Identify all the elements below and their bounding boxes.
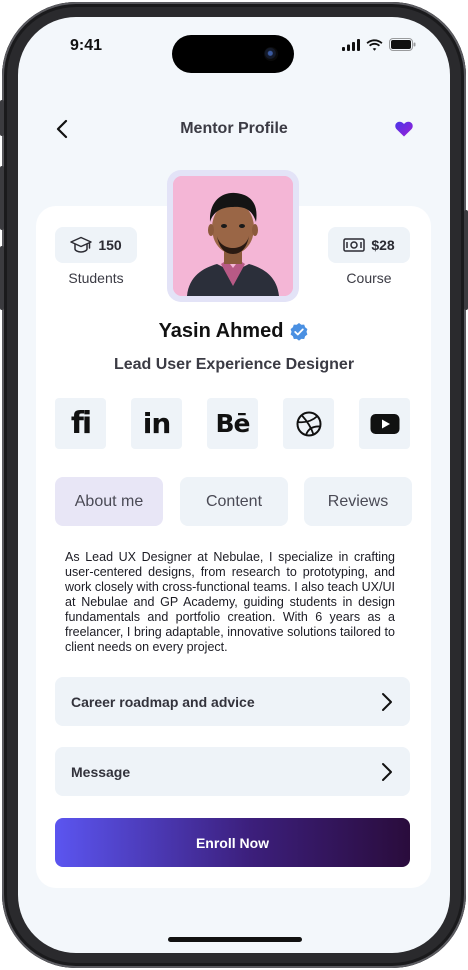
course-price-stat: $28 <box>328 227 410 263</box>
course-caption: Course <box>346 270 392 286</box>
avatar-frame <box>167 170 299 302</box>
tab-about-me[interactable]: About me <box>55 477 163 526</box>
status-time: 9:41 <box>70 37 103 54</box>
banknote-icon <box>343 238 366 252</box>
graduation-cap-icon <box>70 236 93 253</box>
heart-icon <box>395 121 413 137</box>
fiverr-link[interactable]: fi <box>55 398 106 449</box>
tab-reviews[interactable]: Reviews <box>304 477 412 526</box>
about-text: As Lead UX Designer at Nebulae, I specia… <box>65 550 395 654</box>
screen: 9:41 Mentor Profile 150 Students $28 Cou… <box>18 17 450 953</box>
avatar-photo <box>173 176 293 296</box>
avatar <box>173 176 293 296</box>
cellular-signal-icon <box>342 38 360 51</box>
students-count: 150 <box>98 237 122 253</box>
camera-icon <box>264 47 278 61</box>
dribbble-icon <box>296 411 321 436</box>
behance-icon: Bē <box>215 409 250 438</box>
course-price: $28 <box>371 237 395 253</box>
wifi-icon <box>366 38 383 51</box>
message-label: Message <box>71 763 131 780</box>
message-button[interactable]: Message <box>55 747 410 796</box>
linkedin-icon: in <box>142 407 172 440</box>
home-indicator <box>168 937 302 942</box>
favorite-button[interactable] <box>394 119 414 139</box>
status-icons <box>342 38 416 51</box>
dynamic-island <box>172 35 294 73</box>
behance-link[interactable]: Bē <box>207 398 258 449</box>
chevron-right-icon <box>382 692 392 711</box>
verified-badge-icon <box>291 322 308 341</box>
mentor-name: Yasin Ahmed <box>158 320 284 342</box>
enroll-now-button[interactable]: Enroll Now <box>55 818 410 867</box>
mentor-name-row: Yasin Ahmed <box>18 320 450 343</box>
youtube-icon <box>370 413 399 434</box>
power-button <box>464 210 468 310</box>
page-title: Mentor Profile <box>180 120 288 137</box>
volume-up-button <box>0 166 4 230</box>
battery-icon <box>389 38 416 51</box>
students-caption: Students <box>68 270 124 286</box>
career-roadmap-label: Career roadmap and advice <box>71 693 255 710</box>
tab-content[interactable]: Content <box>180 477 288 526</box>
fiverr-icon: fi <box>70 406 92 441</box>
youtube-link[interactable] <box>359 398 410 449</box>
mentor-role: Lead User Experience Designer <box>113 356 355 373</box>
career-roadmap-button[interactable]: Career roadmap and advice <box>55 677 410 726</box>
dribbble-link[interactable] <box>283 398 334 449</box>
students-stat: 150 <box>55 227 137 263</box>
action-button <box>0 100 4 136</box>
linkedin-link[interactable]: in <box>131 398 182 449</box>
volume-down-button <box>0 246 4 310</box>
chevron-right-icon <box>382 762 392 781</box>
